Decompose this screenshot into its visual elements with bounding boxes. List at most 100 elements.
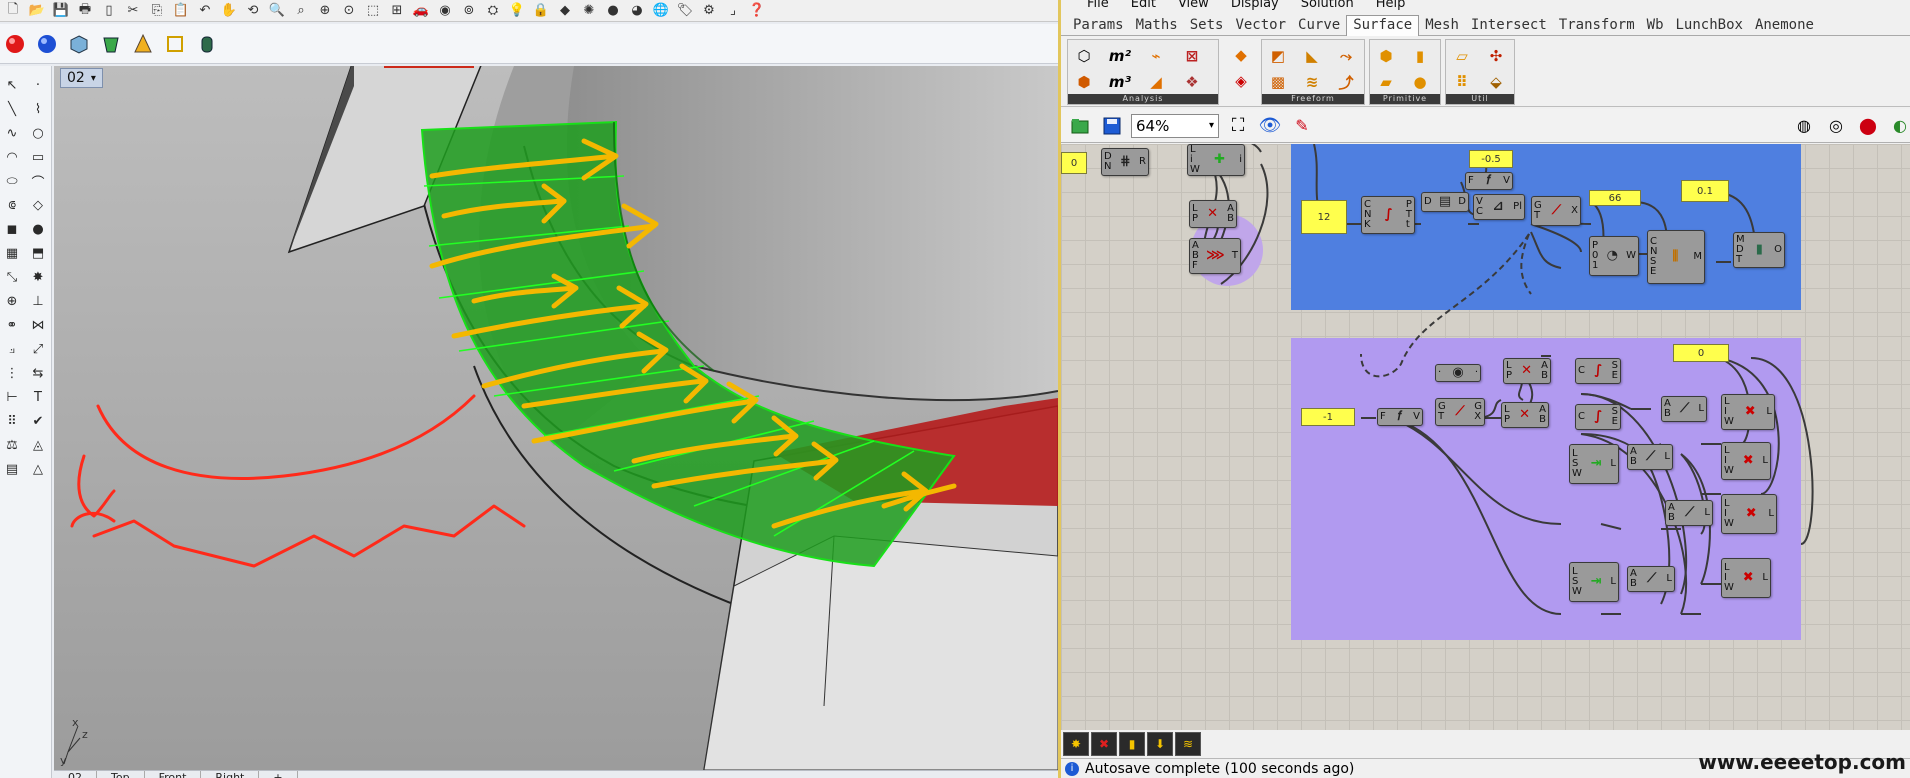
cube-icon[interactable] <box>66 31 92 57</box>
mesh-icon[interactable]: ▦ <box>0 242 24 264</box>
gh-canvas[interactable]: 0 D N ⋕ R Li W ✚ i L P ✕ A B A B F ⋙ T -0.5 F𝑓V 12 CNK… <box>1061 144 1910 738</box>
explode-icon[interactable]: ✸ <box>26 266 50 288</box>
open-document-icon[interactable] <box>1067 113 1093 139</box>
cancel-x-icon[interactable]: ✖ <box>1091 732 1117 756</box>
layer-icon[interactable]: ◆ <box>554 1 576 21</box>
viewport-menu-arrow-icon[interactable]: ▾ <box>91 73 96 84</box>
print-icon[interactable]: 🖶 <box>74 1 96 21</box>
isotrim-icon[interactable]: ⠿ <box>1450 70 1474 94</box>
plane-surface-icon[interactable]: ▰ <box>1374 70 1398 94</box>
surface-icon[interactable]: ◇ <box>26 194 50 216</box>
comp-deconstruct[interactable]: D ▤ D <box>1421 192 1469 212</box>
comp-f-of-x[interactable]: F𝑓V <box>1465 172 1513 190</box>
comp-list-item[interactable]: Li W ✚ i <box>1187 144 1245 176</box>
grid-array-icon[interactable]: ⠿ <box>0 410 24 432</box>
extrude-surface-icon[interactable]: ◣ <box>1300 44 1324 68</box>
tab-params[interactable]: Params <box>1067 17 1130 35</box>
tab-mesh[interactable]: Mesh <box>1419 17 1465 35</box>
zoom-window-icon[interactable]: ⌕ <box>290 1 312 21</box>
open-file-icon[interactable]: 📂 <box>26 1 48 21</box>
preview-shaded-icon[interactable]: ◎ <box>1823 113 1849 139</box>
tab-viewport-right[interactable]: Right <box>201 771 260 778</box>
comp-line-ab-d[interactable]: A B ⟋ L <box>1627 566 1675 592</box>
zoom-icon[interactable]: 🔍 <box>266 1 288 21</box>
comp-curve-pt[interactable]: C N K ∫ P Tt <box>1361 196 1415 234</box>
comp-cull-a[interactable]: L I W ✖ L <box>1721 394 1775 430</box>
snap-icon[interactable]: ⊚ <box>458 1 480 21</box>
eye-icon[interactable]: ◉ <box>434 1 456 21</box>
tab-lunchbox[interactable]: LunchBox <box>1670 17 1749 35</box>
comp-line-ab-b[interactable]: A B ⟋ L <box>1627 444 1673 470</box>
render-tool-icon[interactable]: ◬ <box>26 434 50 456</box>
tab-anemone[interactable]: Anemone <box>1749 17 1820 35</box>
tab-viewport-front[interactable]: Front <box>145 771 202 778</box>
check-icon[interactable]: ✔ <box>26 410 50 432</box>
tab-transform[interactable]: Transform <box>1553 17 1641 35</box>
four-viewports-icon[interactable]: ⊞ <box>386 1 408 21</box>
panel-point-one[interactable]: 0.1 <box>1681 180 1729 202</box>
comp-perp-frame[interactable]: V C ⊿ Pl <box>1473 194 1525 220</box>
render-icon[interactable]: ◕ <box>626 1 648 21</box>
history-icon[interactable]: ⛭ <box>482 1 504 21</box>
circle-icon[interactable]: ○ <box>26 122 50 144</box>
options-gear-icon[interactable]: ⚙ <box>698 1 720 21</box>
rectangle-icon[interactable]: ▭ <box>26 146 50 168</box>
help-icon[interactable]: ❓ <box>746 1 768 21</box>
tab-curve[interactable]: Curve <box>1292 17 1346 35</box>
comp-line-sdl[interactable]: L P ✕ A B <box>1189 200 1237 228</box>
menu-file[interactable]: File <box>1087 0 1109 12</box>
comp-loft-tween[interactable]: A B F ⋙ T <box>1189 238 1241 274</box>
comp-relay[interactable]: · ◉ · <box>1435 364 1481 382</box>
tab-wb[interactable]: Wb <box>1641 17 1670 35</box>
cone-tool-icon[interactable]: △ <box>26 458 50 480</box>
tab-add-viewport[interactable]: + <box>259 771 298 778</box>
volume-icon[interactable]: m³ <box>1108 70 1132 94</box>
menu-edit[interactable]: Edit <box>1131 0 1156 12</box>
extrude-icon[interactable]: ⬒ <box>26 242 50 264</box>
loft-icon[interactable]: ⤳ <box>1334 44 1358 68</box>
cylinder-primitive-icon[interactable]: ▮ <box>1408 44 1432 68</box>
comp-cull-c[interactable]: L I W ✖ L <box>1721 494 1777 534</box>
offset-icon[interactable]: ⟃ <box>0 194 24 216</box>
panel-neg-half[interactable]: -0.5 <box>1469 150 1513 168</box>
comp-graph-mapper-b[interactable]: G T ⟋ G X <box>1435 398 1485 426</box>
comp-shift-a[interactable]: L S W ⇥ L <box>1569 444 1619 484</box>
cut-icon[interactable]: ✂ <box>122 1 144 21</box>
panel-sixty-six[interactable]: 66 <box>1589 190 1641 206</box>
deconstruct-icon[interactable]: ❖ <box>1180 70 1204 94</box>
comp-line-a[interactable]: L P ✕ A B <box>1503 358 1551 384</box>
preview-selected-icon[interactable]: ⬤ <box>1855 113 1881 139</box>
perspective-viewport[interactable]: z x y 02 ▾ <box>54 66 1058 770</box>
mirror-icon[interactable]: ⇆ <box>26 362 50 384</box>
tab-viewport-02[interactable]: 02 <box>54 771 97 778</box>
bake-fire-icon[interactable]: ✸ <box>1063 732 1089 756</box>
dimension-icon[interactable]: ⌟ <box>722 1 744 21</box>
transform-icon[interactable]: ⤡ <box>0 266 24 288</box>
zoom-extents-icon[interactable]: ⊕ <box>314 1 336 21</box>
brep-join-icon[interactable]: ⬙ <box>1484 70 1508 94</box>
menu-help[interactable]: Help <box>1376 0 1406 12</box>
boolean-icon[interactable]: ⊕ <box>0 290 24 312</box>
comp-f-of-x-b[interactable]: F𝑓V <box>1377 408 1423 426</box>
comp-cone[interactable]: C N S E ⫼ M <box>1647 230 1705 284</box>
rail-revolution-icon[interactable]: ⤴ <box>1334 70 1358 94</box>
cone-icon[interactable] <box>130 31 156 57</box>
panel-twelve[interactable]: 12 <box>1301 200 1347 234</box>
tab-surface[interactable]: Surface <box>1346 15 1420 36</box>
layer-tool-icon[interactable]: ▤ <box>0 458 24 480</box>
zoom-level-select[interactable]: 64% ▾ <box>1131 113 1219 138</box>
panel-zero-b[interactable]: 0 <box>1673 344 1729 362</box>
select-arrow-icon[interactable]: ↖ <box>0 74 24 96</box>
viewport-title[interactable]: 02 ▾ <box>60 68 103 88</box>
comp-divide-domain[interactable]: D N ⋕ R <box>1101 148 1149 176</box>
group-icon[interactable]: ⚭ <box>0 314 24 336</box>
red-sphere-icon[interactable] <box>2 31 28 57</box>
edge-surface-icon[interactable]: ◩ <box>1266 44 1290 68</box>
comp-curve-se-a[interactable]: C ∫ S E <box>1575 358 1621 384</box>
project-icon[interactable]: ⊥ <box>26 290 50 312</box>
text-icon[interactable]: T <box>26 386 50 408</box>
tab-maths[interactable]: Maths <box>1130 17 1184 35</box>
bounding-box-icon[interactable] <box>162 31 188 57</box>
line-icon[interactable]: ╲ <box>0 98 24 120</box>
green-box-icon[interactable] <box>98 31 124 57</box>
